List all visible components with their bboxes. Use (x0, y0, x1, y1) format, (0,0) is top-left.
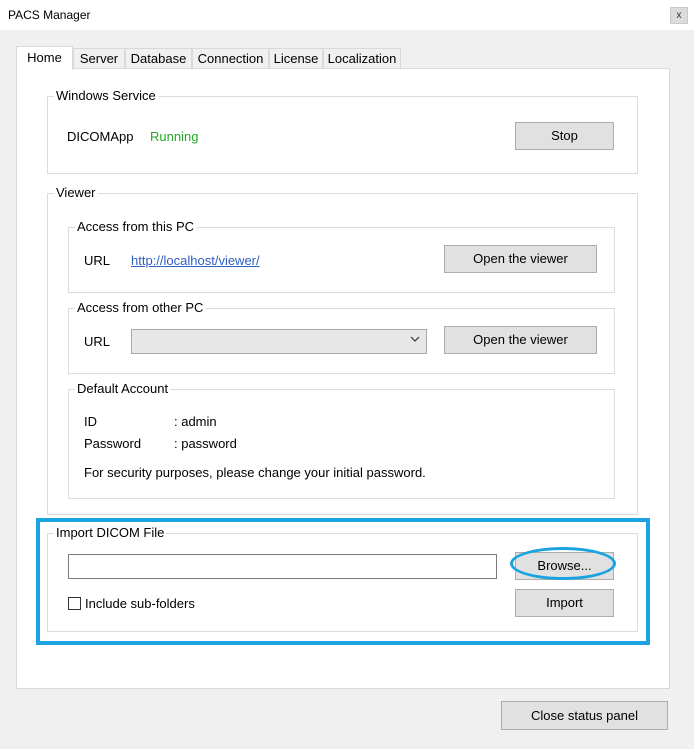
open-local-viewer-button[interactable]: Open the viewer (444, 245, 597, 273)
access-other-pc-group: Access from other PC URL Open the viewer (68, 300, 615, 374)
local-url-label: URL (84, 253, 111, 268)
account-password-label: Password (84, 436, 142, 451)
tab-localization[interactable]: Localization (323, 48, 401, 69)
access-other-pc-legend: Access from other PC (75, 300, 206, 315)
include-subfolders-label[interactable]: Include sub-folders (85, 596, 195, 611)
access-this-pc-group: Access from this PC URL http://localhost… (68, 219, 615, 293)
close-status-panel-button[interactable]: Close status panel (501, 701, 668, 730)
tab-database[interactable]: Database (125, 48, 192, 69)
include-subfolders-checkbox[interactable] (68, 597, 81, 610)
viewer-group: Viewer Access from this PC URL http://lo… (47, 185, 638, 515)
tab-connection[interactable]: Connection (192, 48, 269, 69)
account-id-label: ID (84, 414, 97, 429)
browse-button[interactable]: Browse... (515, 552, 614, 580)
tab-server[interactable]: Server (73, 48, 125, 69)
window-close-button[interactable]: x (670, 7, 688, 24)
open-remote-viewer-button[interactable]: Open the viewer (444, 326, 597, 354)
service-status: Running (150, 129, 199, 144)
windows-service-group: Windows Service DICOMApp Running Stop (47, 88, 638, 174)
window-title: PACS Manager (8, 8, 91, 22)
tab-license[interactable]: License (269, 48, 323, 69)
chevron-down-icon (410, 336, 420, 342)
default-account-group: Default Account ID : admin Password : pa… (68, 381, 615, 499)
import-path-input[interactable] (68, 554, 497, 579)
import-button[interactable]: Import (515, 589, 614, 617)
account-id-value: : admin (174, 414, 217, 429)
remote-url-dropdown[interactable] (131, 329, 427, 354)
tab-home[interactable]: Home (16, 46, 73, 70)
viewer-legend: Viewer (54, 185, 98, 200)
home-tab-panel: Windows Service DICOMApp Running Stop Vi… (16, 68, 670, 689)
security-note: For security purposes, please change you… (84, 465, 426, 480)
windows-service-legend: Windows Service (54, 88, 158, 103)
service-name: DICOMApp (67, 129, 134, 144)
access-this-pc-legend: Access from this PC (75, 219, 197, 234)
import-dicom-group: Import DICOM File Browse... Include sub-… (47, 525, 638, 632)
remote-url-label: URL (84, 334, 111, 349)
default-account-legend: Default Account (75, 381, 171, 396)
account-password-value: : password (174, 436, 237, 451)
local-viewer-url-link[interactable]: http://localhost/viewer/ (131, 253, 260, 268)
title-bar: PACS Manager x (0, 0, 694, 30)
import-dicom-legend: Import DICOM File (54, 525, 167, 540)
stop-button[interactable]: Stop (515, 122, 614, 150)
